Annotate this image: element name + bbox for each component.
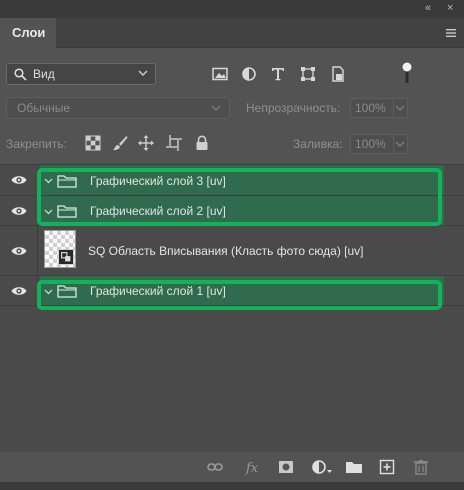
layer-row[interactable]: Графический слой 2 [uv] — [0, 196, 464, 226]
folder-icon — [57, 285, 77, 298]
chevron-down-icon — [138, 70, 148, 76]
new-group-icon[interactable] — [345, 459, 363, 475]
blend-mode-select[interactable]: Обычные — [6, 97, 230, 119]
eye-icon — [11, 287, 27, 295]
visibility-toggle[interactable] — [0, 196, 38, 225]
close-panel-icon[interactable]: × — [447, 2, 453, 14]
opacity-dropdown[interactable] — [394, 98, 408, 118]
layer-name: Графический слой 2 [uv] — [90, 204, 226, 218]
blend-mode-label: Обычные — [17, 101, 71, 115]
eye-icon — [11, 176, 27, 184]
blend-row: Обычные Непрозрачность: 100% — [0, 96, 464, 122]
fx-icon[interactable]: fx — [245, 459, 263, 475]
image-filter-icon[interactable] — [212, 66, 228, 82]
layer-row[interactable]: Графический слой 3 [uv] — [0, 165, 464, 196]
lock-label: Закрепить: — [6, 137, 67, 151]
lock-brush-icon[interactable] — [112, 135, 128, 151]
collapse-panels-icon[interactable]: « — [425, 2, 431, 14]
panel-menu-icon[interactable] — [446, 28, 456, 38]
chevron-down-icon — [395, 141, 405, 147]
folder-icon — [57, 175, 77, 188]
eye-icon — [11, 207, 27, 215]
folder-icon — [57, 205, 77, 218]
layer-name: SQ Область Вписывания (Класть фото сюда)… — [88, 244, 364, 258]
chevron-down-icon[interactable] — [44, 178, 53, 184]
opacity-input[interactable]: 100% — [350, 98, 394, 118]
lock-position-icon[interactable] — [138, 135, 154, 151]
panel-titlebar: « × — [0, 0, 464, 18]
lock-transparency-icon[interactable] — [85, 135, 101, 151]
panel-resize-grip[interactable] — [0, 482, 464, 490]
layer-name: Графический слой 1 [uv] — [90, 284, 226, 298]
opacity-label: Непрозрачность: — [246, 101, 341, 115]
tab-layers[interactable]: Слои — [0, 18, 56, 48]
layer-name: Графический слой 3 [uv] — [90, 174, 226, 188]
filter-kind-label: Вид — [33, 67, 55, 81]
chevron-down-icon — [395, 105, 405, 111]
filter-kind-select[interactable]: Вид — [6, 63, 156, 85]
layer-row[interactable]: SQ Область Вписывания (Класть фото сюда)… — [0, 226, 464, 276]
fill-input[interactable]: 100% — [350, 134, 394, 154]
svg-text:fx: fx — [245, 461, 259, 475]
panel-tabbar: Слои — [0, 18, 464, 48]
new-layer-icon[interactable] — [379, 459, 395, 475]
visibility-toggle[interactable] — [0, 226, 38, 275]
lock-artboard-icon[interactable] — [166, 135, 182, 151]
chevron-down-icon[interactable] — [44, 209, 53, 215]
visibility-toggle[interactable] — [0, 165, 38, 195]
lock-all-icon[interactable] — [194, 135, 210, 151]
shape-filter-icon[interactable] — [300, 66, 316, 82]
filter-toggle[interactable] — [402, 62, 412, 84]
adjustment-filter-icon[interactable] — [241, 66, 257, 82]
layer-row[interactable]: Графический слой 1 [uv] — [0, 276, 464, 306]
adjustment-layer-icon[interactable] — [311, 459, 333, 475]
visibility-toggle[interactable] — [0, 276, 38, 305]
smart-object-filter-icon[interactable] — [330, 66, 346, 82]
layers-bottom-toolbar: fx — [0, 450, 464, 482]
chevron-down-icon — [211, 105, 221, 111]
eye-icon — [11, 247, 27, 255]
chevron-down-icon[interactable] — [44, 289, 53, 295]
layers-list: Графический слой 3 [uv] Графический слой… — [0, 164, 464, 449]
add-mask-icon[interactable] — [278, 459, 294, 475]
lock-row: Закрепить: Заливка: 100% — [0, 130, 464, 156]
type-filter-icon[interactable] — [270, 66, 286, 82]
search-icon — [14, 68, 27, 81]
filter-row: Вид — [0, 56, 464, 92]
link-layers-icon[interactable] — [207, 459, 223, 475]
smart-object-badge-icon — [58, 249, 74, 265]
fill-label: Заливка: — [293, 137, 343, 151]
fill-dropdown[interactable] — [394, 134, 408, 154]
delete-icon[interactable] — [413, 459, 429, 475]
